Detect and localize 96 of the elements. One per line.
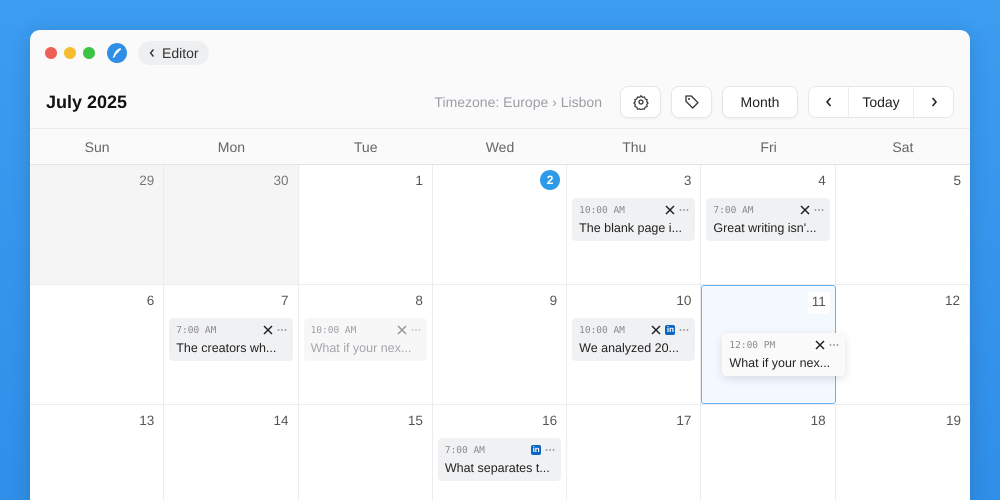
more-icon[interactable] [679, 328, 690, 332]
post-card[interactable]: 10:00 AM in We analyzed 20... [572, 318, 696, 361]
x-icon [800, 205, 810, 215]
day-number: 30 [274, 172, 290, 190]
day-cell[interactable]: 5 [836, 165, 970, 284]
post-title: The blank page i... [579, 221, 683, 235]
more-icon[interactable] [545, 448, 556, 452]
more-icon[interactable] [410, 328, 421, 332]
settings-button[interactable] [620, 86, 661, 118]
day-cell[interactable]: 19 [836, 405, 970, 500]
day-number: 1 [415, 172, 424, 190]
day-cell[interactable]: 9 [432, 285, 568, 404]
tag-icon [684, 94, 700, 110]
post-time: 12:00 PM [729, 340, 776, 350]
post-card[interactable]: 10:00 AM The blank page i... [572, 198, 696, 241]
post-title: Great writing isn'... [713, 221, 818, 235]
weekday-header: Tue [352, 138, 378, 156]
weekday-header: Fri [759, 138, 778, 156]
post-card[interactable]: 7:00 AM The creators wh... [169, 318, 293, 361]
close-window-icon[interactable] [45, 47, 57, 59]
day-number: 7 [281, 292, 290, 310]
day-number: 15 [408, 412, 424, 430]
today-button[interactable]: Today [848, 87, 914, 117]
day-cell[interactable]: 29 [30, 165, 164, 284]
day-number: 19 [946, 412, 962, 430]
day-cell[interactable]: 17 [567, 405, 702, 500]
more-icon[interactable] [679, 208, 690, 212]
tags-button[interactable] [671, 86, 712, 118]
day-number: 29 [139, 172, 156, 190]
post-title: What if your nex... [310, 341, 412, 355]
back-button[interactable]: Editor [138, 41, 209, 65]
post-time: 10:00 AM [579, 204, 625, 216]
day-cell[interactable]: 1 [298, 165, 433, 284]
day-number: 11 [808, 292, 830, 314]
zoom-window-icon[interactable] [83, 47, 95, 59]
x-icon [262, 325, 273, 335]
day-number: 13 [139, 412, 156, 430]
post-time: 10:00 AM [310, 324, 356, 336]
weekday-header: Wed [484, 138, 516, 156]
post-time: 7:00 AM [444, 444, 485, 456]
more-icon[interactable] [276, 328, 287, 332]
post-card[interactable]: 7:00 AM Great writing isn'... [706, 198, 830, 241]
weekday-header: Sat [891, 138, 914, 156]
day-number: 2 [540, 170, 560, 190]
day-cell[interactable]: 30 [164, 165, 299, 284]
day-cell[interactable]: 16 7:00 AM in What separates t... [432, 405, 568, 500]
day-cell[interactable]: 15 [298, 405, 433, 500]
day-cell[interactable]: 13 [30, 405, 164, 500]
day-cell[interactable]: 3 10:00 AM The blank page i... [567, 165, 702, 284]
day-number: 10 [676, 292, 692, 310]
post-time: 10:00 AM [579, 324, 625, 336]
day-cell[interactable]: 4 7:00 AM Great writing isn'... [701, 165, 836, 284]
day-number: 9 [550, 292, 558, 310]
post-time: 7:00 AM [713, 204, 754, 216]
day-number: 4 [818, 172, 827, 190]
day-number: 3 [684, 172, 692, 190]
x-icon [815, 340, 826, 350]
post-title: The creators wh... [176, 341, 278, 355]
view-select-button[interactable]: Month [722, 86, 798, 118]
x-icon [651, 325, 662, 335]
day-number: 6 [146, 292, 156, 310]
linkedin-icon: in [531, 445, 542, 455]
day-number: 8 [415, 292, 424, 310]
more-icon[interactable] [814, 208, 824, 212]
day-number: 14 [274, 412, 290, 430]
chevron-left-icon [148, 48, 156, 58]
day-number: 18 [810, 412, 827, 430]
day-number: 17 [676, 412, 692, 430]
feather-pen-icon [107, 43, 127, 63]
day-number: 12 [944, 292, 961, 310]
day-cell[interactable]: 6 [30, 285, 164, 404]
more-icon[interactable] [829, 343, 840, 347]
minimize-window-icon[interactable] [64, 47, 76, 59]
day-number: 5 [953, 172, 962, 190]
day-cell[interactable]: 7 7:00 AM The creators wh... [164, 285, 299, 404]
post-title: We analyzed 20... [579, 341, 680, 355]
day-number: 16 [542, 412, 558, 430]
post-card[interactable]: 7:00 AM in What separates t... [438, 438, 562, 481]
x-icon [396, 325, 407, 335]
day-cell[interactable]: 14 [164, 405, 299, 500]
drag-preview-popup[interactable]: 12:00 PM What if your nex... [722, 333, 846, 376]
settings-icon [632, 94, 648, 110]
timezone-label: Timezone: Europe › Lisbon [434, 94, 602, 110]
chevron-left-icon [824, 96, 834, 108]
day-cell[interactable]: 10 10:00 AM in We analyzed 20... [567, 285, 702, 404]
day-cell[interactable]: 8 10:00 AM What if your nex... [298, 285, 433, 404]
day-cell[interactable]: 18 [701, 405, 836, 500]
weekday-header: Mon [216, 138, 246, 156]
weekday-header: Thu [621, 138, 648, 156]
month-title: July 2025 [46, 92, 128, 112]
post-title: What separates t... [444, 461, 551, 475]
weekday-header: Sun [84, 138, 111, 156]
x-icon [665, 205, 676, 215]
post-time: 7:00 AM [176, 324, 216, 336]
post-title: What if your nex... [729, 356, 832, 370]
linkedin-icon: in [665, 325, 676, 335]
